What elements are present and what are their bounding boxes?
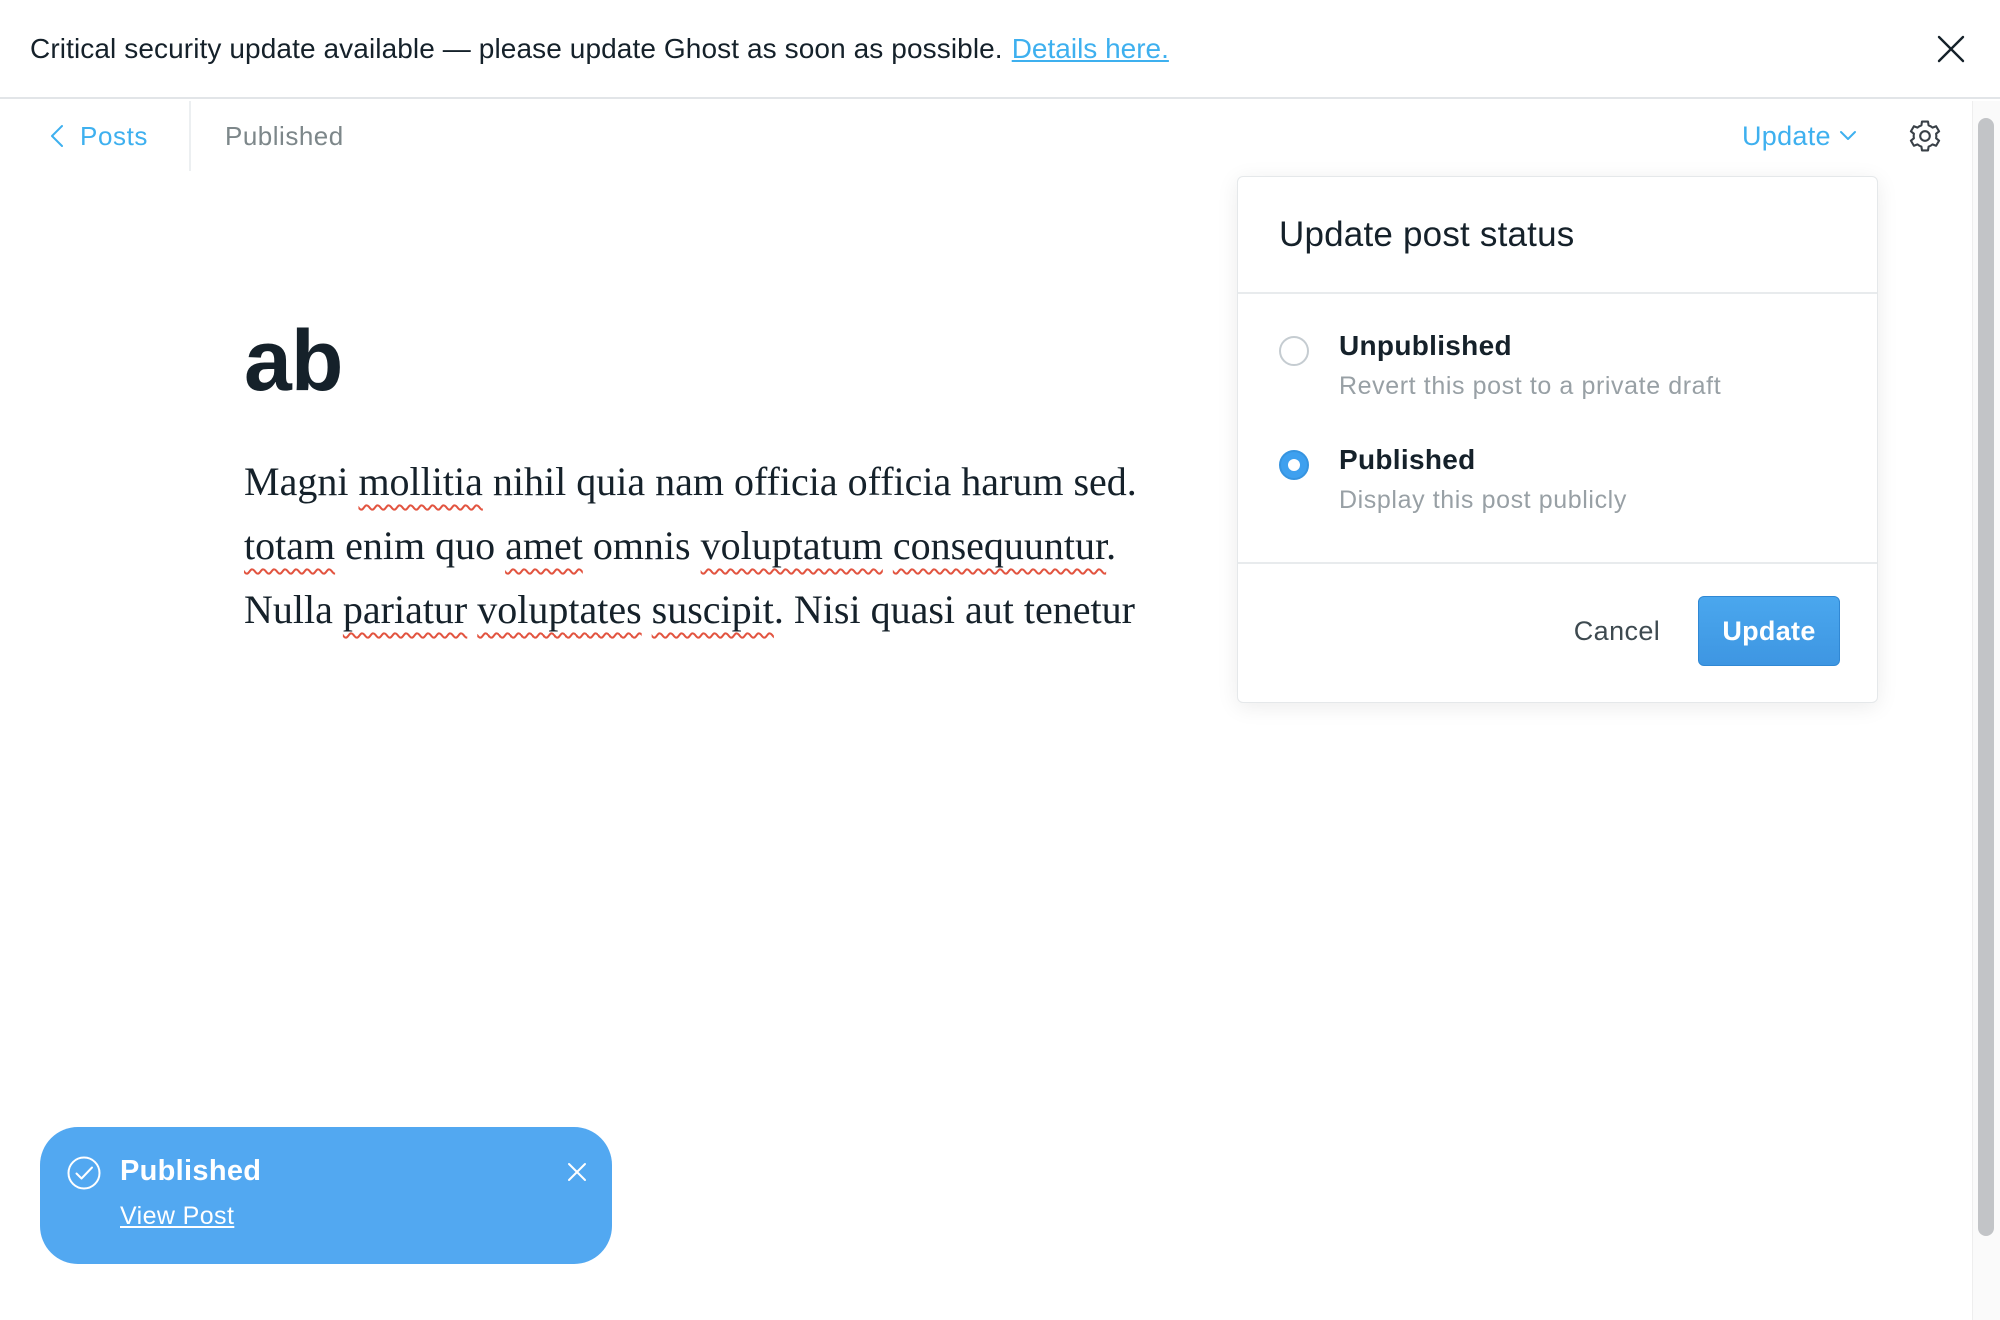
alert-close-button[interactable]	[1930, 28, 1972, 70]
security-alert-bar: Critical security update available — ple…	[0, 0, 2000, 99]
editor-header: Posts Published Update	[0, 101, 1970, 171]
chevron-left-icon	[50, 124, 64, 148]
option-description: Revert this post to a private draft	[1339, 372, 1722, 400]
update-trigger-label: Update	[1742, 120, 1831, 151]
toast-title: Published	[120, 1155, 262, 1187]
post-title[interactable]: ab	[244, 318, 343, 404]
spellcheck-word: pariatur	[342, 587, 468, 632]
gear-icon	[1909, 120, 1941, 152]
post-body-line: totam enim quo amet omnis voluptatum con…	[244, 514, 1244, 578]
back-link-label: Posts	[80, 120, 149, 151]
popover-title: Update post status	[1279, 214, 1575, 254]
option-label: Published	[1339, 444, 1476, 475]
close-icon	[1937, 35, 1965, 63]
text-segment: enim quo	[335, 523, 506, 568]
post-body-line: Magni mollitia nihil quia nam officia of…	[244, 450, 1244, 514]
popover-footer: Cancel Update	[1238, 564, 1877, 702]
update-status-popover: Update post status Unpublished Revert th…	[1237, 176, 1878, 703]
text-segment: nihil quia nam officia officia harum sed…	[482, 459, 1137, 504]
update-dropdown-trigger[interactable]: Update	[1742, 101, 1857, 171]
spellcheck-word: mollitia	[358, 459, 483, 504]
view-post-link[interactable]: View Post	[120, 1202, 234, 1231]
text-segment: omnis	[582, 523, 701, 568]
check-circle-icon	[67, 1156, 101, 1190]
spellcheck-word: amet	[505, 523, 583, 568]
popover-header: Update post status	[1238, 177, 1877, 294]
spellcheck-word: suscipit	[651, 587, 774, 632]
chevron-down-icon	[1839, 130, 1857, 142]
spellcheck-word: totam	[244, 523, 336, 568]
option-label: Unpublished	[1339, 330, 1512, 361]
spellcheck-word: consequuntur	[892, 523, 1107, 568]
close-icon[interactable]	[564, 1159, 590, 1185]
text-segment: .	[1106, 523, 1117, 568]
alert-details-link[interactable]: Details here.	[1012, 33, 1169, 65]
post-body-line: Nulla pariatur voluptates suscipit. Nisi…	[244, 578, 1244, 642]
text-segment: Magni	[244, 459, 359, 504]
text-segment	[467, 587, 477, 632]
text-segment	[883, 523, 893, 568]
spellcheck-word: voluptatum	[700, 523, 883, 568]
header-divider	[189, 101, 191, 171]
text-segment	[642, 587, 652, 632]
status-options: Unpublished Revert this post to a privat…	[1238, 294, 1877, 564]
option-description: Display this post publicly	[1339, 486, 1627, 514]
editor-page: Critical security update available — ple…	[0, 0, 2000, 1320]
back-to-posts-link[interactable]: Posts	[50, 101, 148, 171]
cancel-button[interactable]: Cancel	[1552, 596, 1682, 666]
alert-message: Critical security update available — ple…	[30, 32, 1003, 64]
scrollbar-thumb[interactable]	[1978, 118, 1994, 1236]
unpublished-radio[interactable]	[1279, 336, 1309, 366]
text-segment: Nulla	[244, 587, 343, 632]
update-button[interactable]: Update	[1698, 596, 1840, 666]
published-toast: Published View Post	[40, 1127, 612, 1264]
spellcheck-word: voluptates	[477, 587, 642, 632]
post-body[interactable]: Magni mollitia nihil quia nam officia of…	[244, 450, 1244, 642]
post-status-indicator: Published	[225, 120, 344, 151]
text-segment: . Nisi quasi aut tenetur	[773, 587, 1135, 632]
published-radio[interactable]	[1279, 450, 1309, 480]
post-settings-button[interactable]	[1905, 116, 1945, 156]
